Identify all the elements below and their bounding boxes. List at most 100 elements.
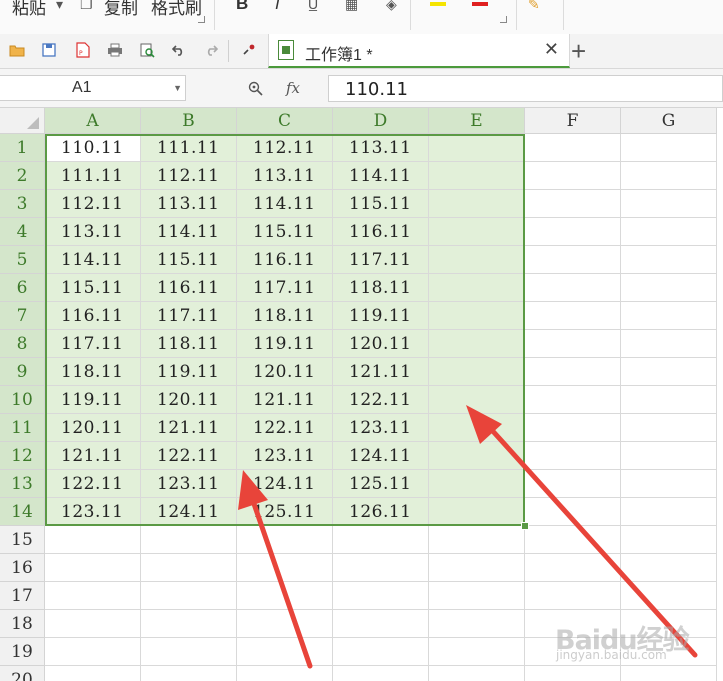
align-top-icon[interactable]: ▔ [578, 0, 589, 13]
copy-icon[interactable]: ❐ [80, 0, 93, 13]
cell-f6[interactable] [525, 274, 621, 302]
cell-c11[interactable]: 122.11 [237, 414, 333, 442]
cell-g15[interactable] [621, 526, 717, 554]
cell-b18[interactable] [141, 610, 237, 638]
name-box[interactable]: A1 ▼ [0, 75, 186, 101]
row-header-18[interactable]: 18 [0, 610, 45, 638]
cell-c16[interactable] [237, 554, 333, 582]
cell-f4[interactable] [525, 218, 621, 246]
row-header-4[interactable]: 4 [0, 218, 45, 246]
cell-a4[interactable]: 113.11 [45, 218, 141, 246]
cell-d14[interactable]: 126.11 [333, 498, 429, 526]
format-painter-button[interactable]: 格式刷 [151, 0, 202, 19]
align-center-icon[interactable]: ▔ [678, 0, 689, 13]
row-header-12[interactable]: 12 [0, 442, 45, 470]
redo-icon[interactable] [202, 41, 220, 59]
row-header-10[interactable]: 10 [0, 386, 45, 414]
cell-e7[interactable] [429, 302, 525, 330]
cell-g17[interactable] [621, 582, 717, 610]
cell-b16[interactable] [141, 554, 237, 582]
cell-b15[interactable] [141, 526, 237, 554]
cell-b10[interactable]: 120.11 [141, 386, 237, 414]
cell-d2[interactable]: 114.11 [333, 162, 429, 190]
row-header-7[interactable]: 7 [0, 302, 45, 330]
cell-d7[interactable]: 119.11 [333, 302, 429, 330]
cell-d3[interactable]: 115.11 [333, 190, 429, 218]
row-header-13[interactable]: 13 [0, 470, 45, 498]
cell-b13[interactable]: 123.11 [141, 470, 237, 498]
cell-b2[interactable]: 112.11 [141, 162, 237, 190]
column-header-a[interactable]: A [45, 108, 141, 134]
cell-a19[interactable] [45, 638, 141, 666]
cell-e8[interactable] [429, 330, 525, 358]
cell-c7[interactable]: 118.11 [237, 302, 333, 330]
clipboard-launcher-icon[interactable] [198, 16, 205, 23]
cell-c15[interactable] [237, 526, 333, 554]
cell-f17[interactable] [525, 582, 621, 610]
cell-a9[interactable]: 118.11 [45, 358, 141, 386]
column-header-d[interactable]: D [333, 108, 429, 134]
cell-d12[interactable]: 124.11 [333, 442, 429, 470]
bold-button[interactable]: B [236, 0, 248, 14]
cell-a2[interactable]: 111.11 [45, 162, 141, 190]
highlight-color-icon[interactable] [430, 2, 446, 6]
cell-e15[interactable] [429, 526, 525, 554]
align-bottom-icon[interactable]: ▔ [628, 0, 639, 13]
cell-e16[interactable] [429, 554, 525, 582]
cell-c9[interactable]: 120.11 [237, 358, 333, 386]
customize-icon[interactable] [240, 41, 258, 59]
cell-b19[interactable] [141, 638, 237, 666]
cell-b6[interactable]: 116.11 [141, 274, 237, 302]
cell-d5[interactable]: 117.11 [333, 246, 429, 274]
cell-g16[interactable] [621, 554, 717, 582]
cell-e14[interactable] [429, 498, 525, 526]
cell-f13[interactable] [525, 470, 621, 498]
cell-b20[interactable] [141, 666, 237, 681]
formula-input[interactable]: 110.11 [328, 75, 723, 102]
cell-d1[interactable]: 113.11 [333, 134, 429, 162]
cell-f15[interactable] [525, 526, 621, 554]
close-tab-icon[interactable]: ✕ [544, 39, 559, 60]
row-header-11[interactable]: 11 [0, 414, 45, 442]
cell-a12[interactable]: 121.11 [45, 442, 141, 470]
cell-a11[interactable]: 120.11 [45, 414, 141, 442]
cell-g3[interactable] [621, 190, 717, 218]
cell-e4[interactable] [429, 218, 525, 246]
cell-d8[interactable]: 120.11 [333, 330, 429, 358]
cell-c8[interactable]: 119.11 [237, 330, 333, 358]
cell-c14[interactable]: 125.11 [237, 498, 333, 526]
cell-f8[interactable] [525, 330, 621, 358]
column-header-e[interactable]: E [429, 108, 525, 134]
save-icon[interactable] [40, 41, 58, 59]
cell-d11[interactable]: 123.11 [333, 414, 429, 442]
paste-button[interactable]: 粘贴 [12, 0, 46, 19]
cell-g10[interactable] [621, 386, 717, 414]
cell-f12[interactable] [525, 442, 621, 470]
cell-f5[interactable] [525, 246, 621, 274]
workbook-tab[interactable]: 工作簿1 * ✕ [268, 34, 570, 68]
cell-a16[interactable] [45, 554, 141, 582]
cell-e6[interactable] [429, 274, 525, 302]
underline-icon[interactable]: U̲ [308, 0, 318, 12]
cell-e13[interactable] [429, 470, 525, 498]
row-header-9[interactable]: 9 [0, 358, 45, 386]
align-right-icon[interactable]: ▔ [703, 0, 714, 13]
cell-g1[interactable] [621, 134, 717, 162]
row-header-6[interactable]: 6 [0, 274, 45, 302]
cell-b9[interactable]: 119.11 [141, 358, 237, 386]
row-header-8[interactable]: 8 [0, 330, 45, 358]
cell-a7[interactable]: 116.11 [45, 302, 141, 330]
cell-a3[interactable]: 112.11 [45, 190, 141, 218]
cell-c19[interactable] [237, 638, 333, 666]
cell-f14[interactable] [525, 498, 621, 526]
cell-e9[interactable] [429, 358, 525, 386]
chevron-down-icon[interactable]: ▼ [173, 83, 182, 93]
cell-b12[interactable]: 122.11 [141, 442, 237, 470]
cell-b7[interactable]: 117.11 [141, 302, 237, 330]
cell-c5[interactable]: 116.11 [237, 246, 333, 274]
row-header-15[interactable]: 15 [0, 526, 45, 554]
row-header-17[interactable]: 17 [0, 582, 45, 610]
pdf-export-icon[interactable]: P [74, 41, 92, 59]
cell-a14[interactable]: 123.11 [45, 498, 141, 526]
cell-e12[interactable] [429, 442, 525, 470]
